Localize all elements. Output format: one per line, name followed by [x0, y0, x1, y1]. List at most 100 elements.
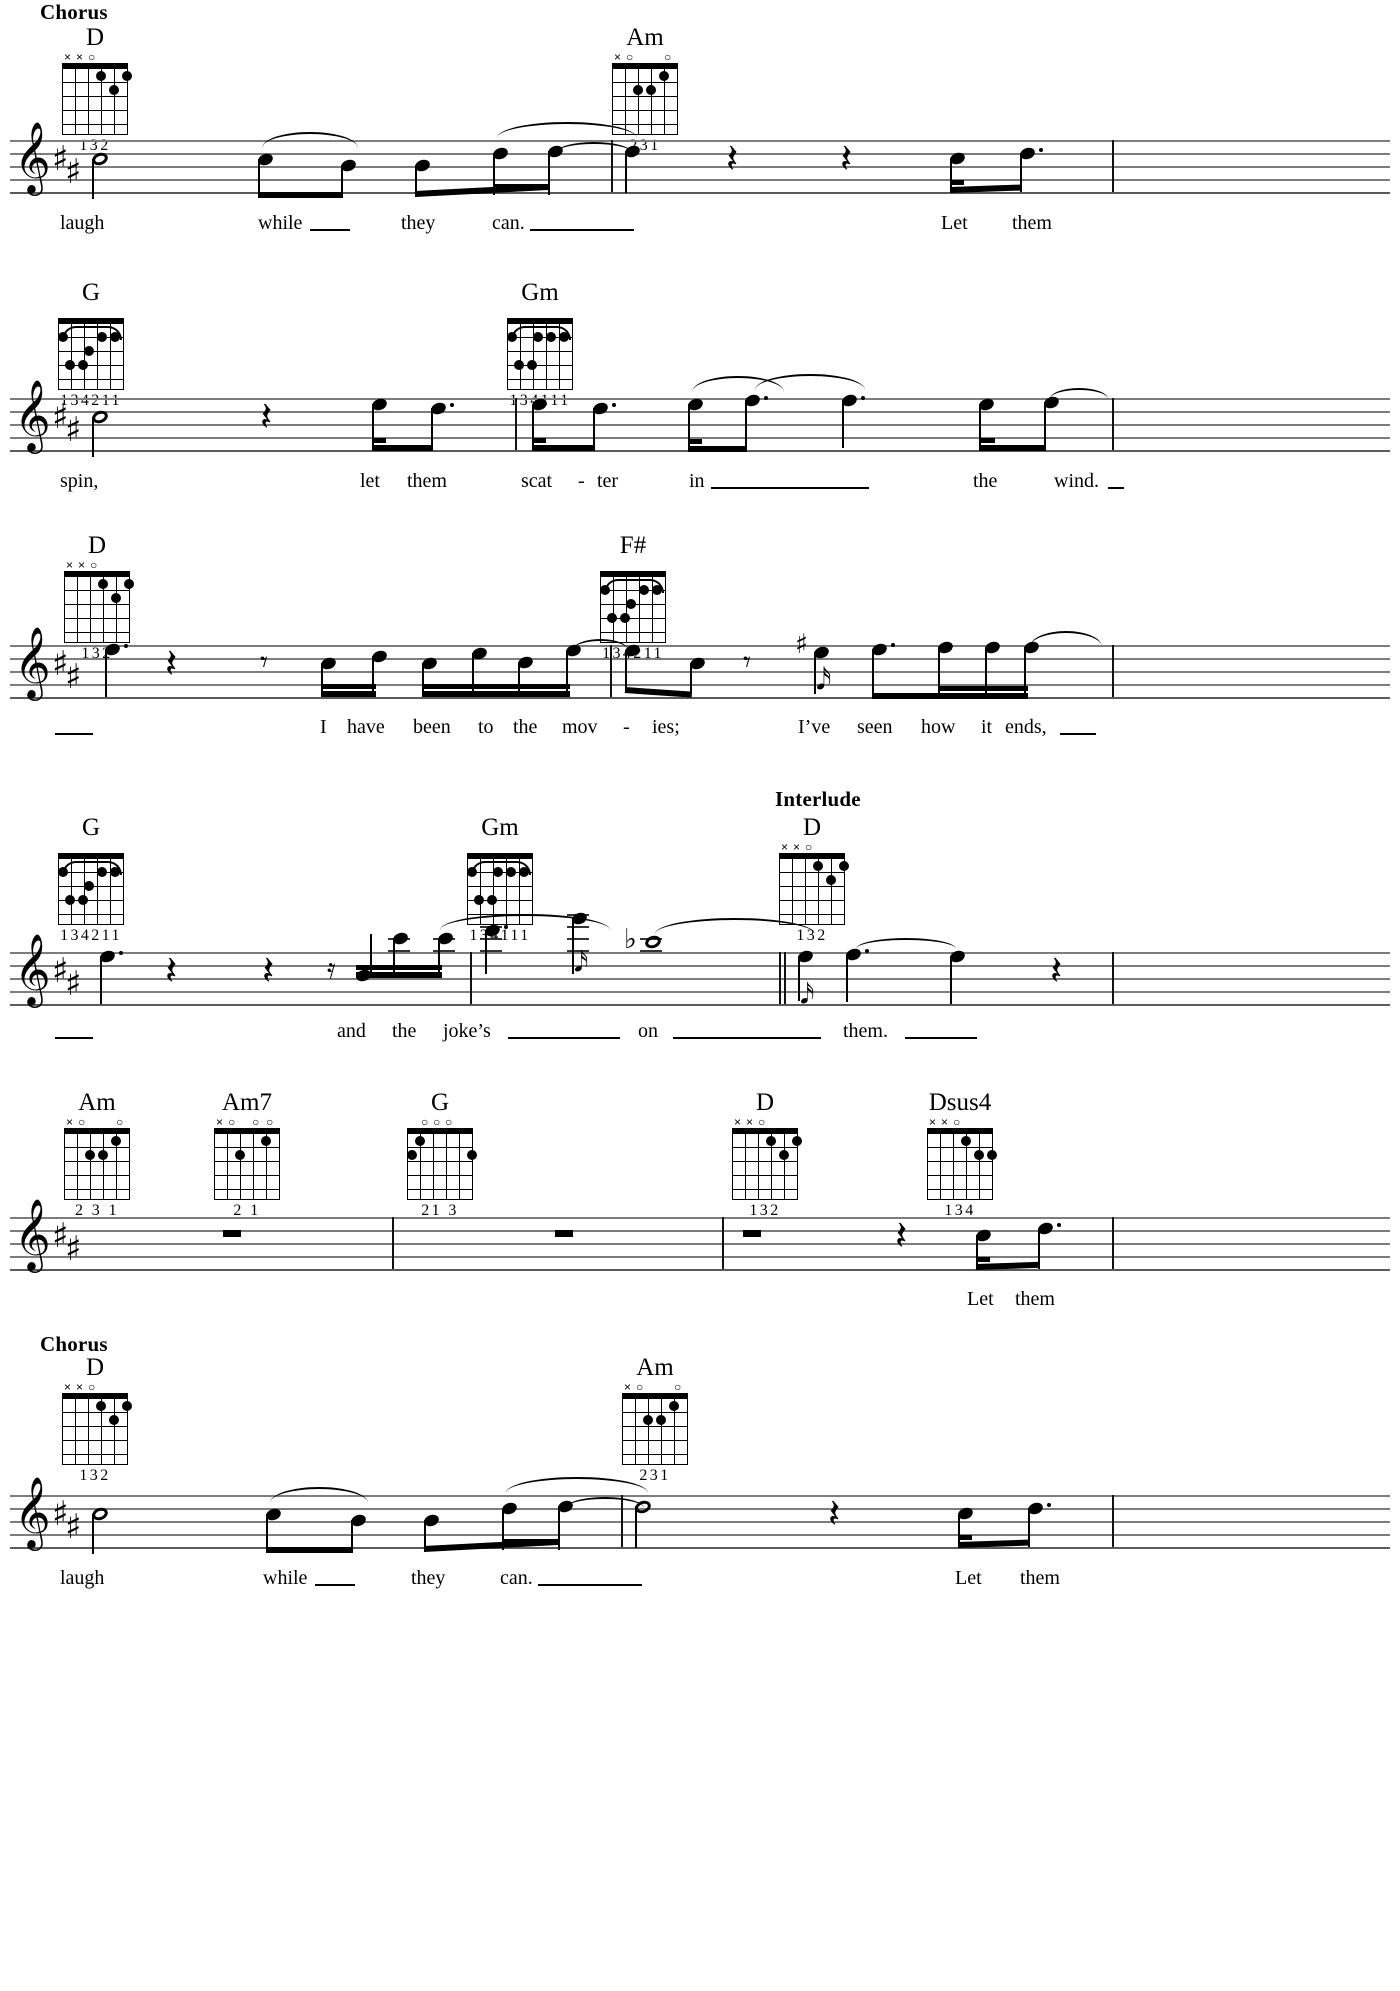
chord-open-strings: × × ○	[64, 1380, 96, 1394]
chord-name: D	[755, 1089, 775, 1116]
sixteenth-rest: 𝄿	[327, 952, 336, 985]
treble-clef-icon: 𝄞	[14, 1197, 51, 1270]
lyric-syllable: laugh	[60, 1567, 105, 1589]
quarter-rest: 𝄽	[262, 948, 275, 994]
lyric-syllable: them	[1020, 1567, 1060, 1589]
chord-open-strings: ○ ○ ○	[421, 1115, 453, 1129]
chord-name: Am	[78, 1089, 116, 1116]
chord-fretboard	[62, 63, 132, 135]
section-heading-chorus-1: Chorus	[40, 0, 108, 24]
staff-4: 𝄞 ♯ ♯ 𝄽 𝄽 𝄿 𝅘𝅥𝅯 ♭ 𝅘𝅥𝅯 𝄽	[10, 910, 1390, 1008]
chord-fretboard	[612, 63, 678, 135]
chord-fretboard	[64, 1128, 130, 1200]
chord-name: Dsus4	[928, 1089, 992, 1116]
chord-diagram-d: D × × ○ 132	[720, 1090, 810, 1220]
note-flag: 𝅘𝅥𝅯	[800, 977, 815, 1010]
quarter-rest: 𝄽	[895, 1213, 908, 1259]
slur	[1050, 388, 1108, 399]
chord-diagram-d: D × × ○ 132	[50, 1355, 140, 1485]
lyric-syllable: scat	[521, 470, 553, 492]
lyric-hyphen: -	[623, 716, 630, 738]
chord-fretboard	[779, 853, 849, 925]
lyric-syllable: them	[407, 470, 447, 492]
staff-2: 𝄞 ♯ ♯ 𝄽	[10, 374, 1390, 457]
lyric-syllable: and	[337, 1020, 366, 1042]
chord-fretboard	[58, 853, 124, 925]
lyric-syllable: let	[360, 470, 380, 492]
lyric-syllable: have	[347, 716, 385, 738]
chord-diagram-g: G 134211	[46, 280, 136, 410]
note-head	[643, 933, 663, 951]
lyric-syllable: how	[921, 716, 956, 738]
quarter-rest: 𝄽	[828, 1491, 841, 1537]
whole-measure-rest	[223, 1230, 241, 1237]
chord-fretboard	[58, 318, 124, 390]
sheet-music-page: Chorus Interlude Chorus D × × ○ 132 Am ×…	[0, 0, 1400, 1991]
key-signature-sharp-2: ♯	[65, 1229, 82, 1269]
lyric-syllable: spin,	[60, 470, 99, 492]
slur	[1030, 631, 1102, 647]
lyric-syllable: joke’s	[443, 1020, 491, 1042]
chord-name: D	[85, 1354, 105, 1381]
lyric-syllable: wind.	[1054, 470, 1099, 492]
lyric-syllable: can.	[492, 212, 525, 234]
chord-fretboard	[62, 1393, 132, 1465]
chord-name: Am	[626, 24, 664, 51]
chord-name: G	[81, 279, 101, 306]
key-signature-sharp-2: ♯	[65, 410, 82, 450]
chord-name: Am	[636, 1354, 674, 1381]
slur	[270, 1487, 368, 1503]
chord-open-strings: × × ○	[734, 1115, 766, 1129]
lyric-syllable: while	[258, 212, 303, 234]
lyric-syllable: I’ve	[798, 716, 831, 738]
key-signature-sharp-2: ♯	[65, 1507, 82, 1547]
chord-open-strings: × ○ ○ ○	[216, 1115, 274, 1129]
sharp-accidental: ♯	[795, 629, 809, 660]
lyric-syllable: in	[689, 470, 705, 492]
slur	[566, 1497, 644, 1508]
quarter-rest: 𝄽	[726, 136, 739, 182]
lyric-syllable: ends,	[1005, 716, 1047, 738]
quarter-rest: 𝄽	[165, 641, 178, 687]
lyric-syllable: the	[973, 470, 998, 492]
chord-diagram-d: D × × ○ 132	[50, 25, 140, 155]
chord-fingering: 134211	[60, 927, 122, 944]
chord-name: G	[81, 814, 101, 841]
whole-measure-rest	[555, 1230, 573, 1237]
chord-name: D	[87, 532, 107, 559]
lyric-syllable: on	[638, 1020, 658, 1042]
key-signature-sharp-2: ♯	[65, 152, 82, 192]
quarter-rest: 𝄽	[1050, 948, 1063, 994]
section-heading-interlude: Interlude	[775, 787, 861, 811]
whole-measure-rest	[743, 1230, 761, 1237]
chord-name: Am7	[222, 1089, 272, 1116]
staff-1: 𝄞 ♯ ♯ 𝄽 𝄽	[10, 122, 1390, 199]
chord-fretboard	[214, 1128, 280, 1200]
slur	[856, 938, 956, 949]
chord-open-strings: × × ○	[781, 840, 813, 854]
lyric-syllable: them	[1012, 212, 1052, 234]
lyric-syllable: seen	[857, 716, 893, 738]
slur	[556, 142, 632, 153]
staff-3: 𝄞 ♯ ♯ 𝄽 𝄾 𝄾 ♯ 𝅘𝅥𝅯	[10, 631, 1390, 699]
chord-fretboard	[64, 571, 134, 643]
chord-fretboard	[927, 1128, 997, 1200]
chord-open-strings: × ○ ○	[614, 50, 672, 64]
chord-name: G	[430, 1089, 450, 1116]
treble-clef-icon: 𝄞	[14, 932, 51, 1005]
key-signature-sharp-2: ♯	[65, 657, 82, 697]
lyric-syllable: they	[401, 212, 436, 234]
chord-name: D	[802, 814, 822, 841]
quarter-rest: 𝄽	[840, 136, 853, 182]
lyric-syllable: Let	[941, 212, 968, 234]
lyric-syllable: them.	[843, 1020, 888, 1042]
lyric-syllable: Let	[967, 1288, 994, 1310]
chord-diagram-gm: Gm 134111	[495, 280, 585, 410]
chord-diagram-g: G 134211	[46, 815, 136, 945]
chord-name: F#	[619, 532, 647, 559]
chord-diagram-g: G ○ ○ ○ 21 3	[395, 1090, 485, 1220]
quarter-rest: 𝄽	[260, 394, 273, 440]
slur	[262, 132, 358, 148]
chord-fretboard	[600, 571, 666, 643]
chord-fretboard	[622, 1393, 688, 1465]
